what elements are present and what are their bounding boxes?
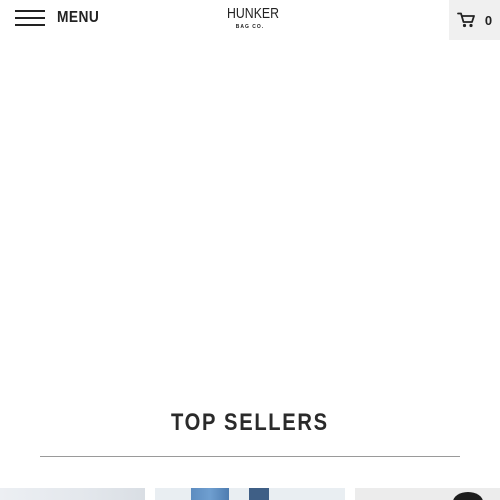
product-image [249, 488, 269, 500]
hamburger-icon [15, 6, 45, 30]
product-card[interactable] [155, 488, 345, 500]
product-card[interactable] [0, 488, 145, 500]
product-image [191, 488, 229, 500]
site-header: MENU HUNKER BAG CO. 0 [0, 0, 500, 40]
site-logo[interactable]: HUNKER BAG CO. [222, 5, 279, 34]
cart-button[interactable]: 0 [449, 0, 500, 40]
logo-wordmark: HUNKER [227, 5, 279, 22]
logo-subtitle: BAG CO. [235, 24, 265, 30]
menu-label: MENU [57, 9, 100, 26]
product-card[interactable] [355, 488, 500, 500]
cart-count: 0 [484, 12, 493, 28]
top-sellers-grid [0, 488, 500, 500]
section-divider [40, 456, 460, 457]
menu-button[interactable]: MENU [15, 6, 106, 30]
top-sellers-heading: TOP SELLERS [171, 409, 329, 436]
product-image [453, 492, 483, 500]
cart-icon [456, 12, 475, 28]
